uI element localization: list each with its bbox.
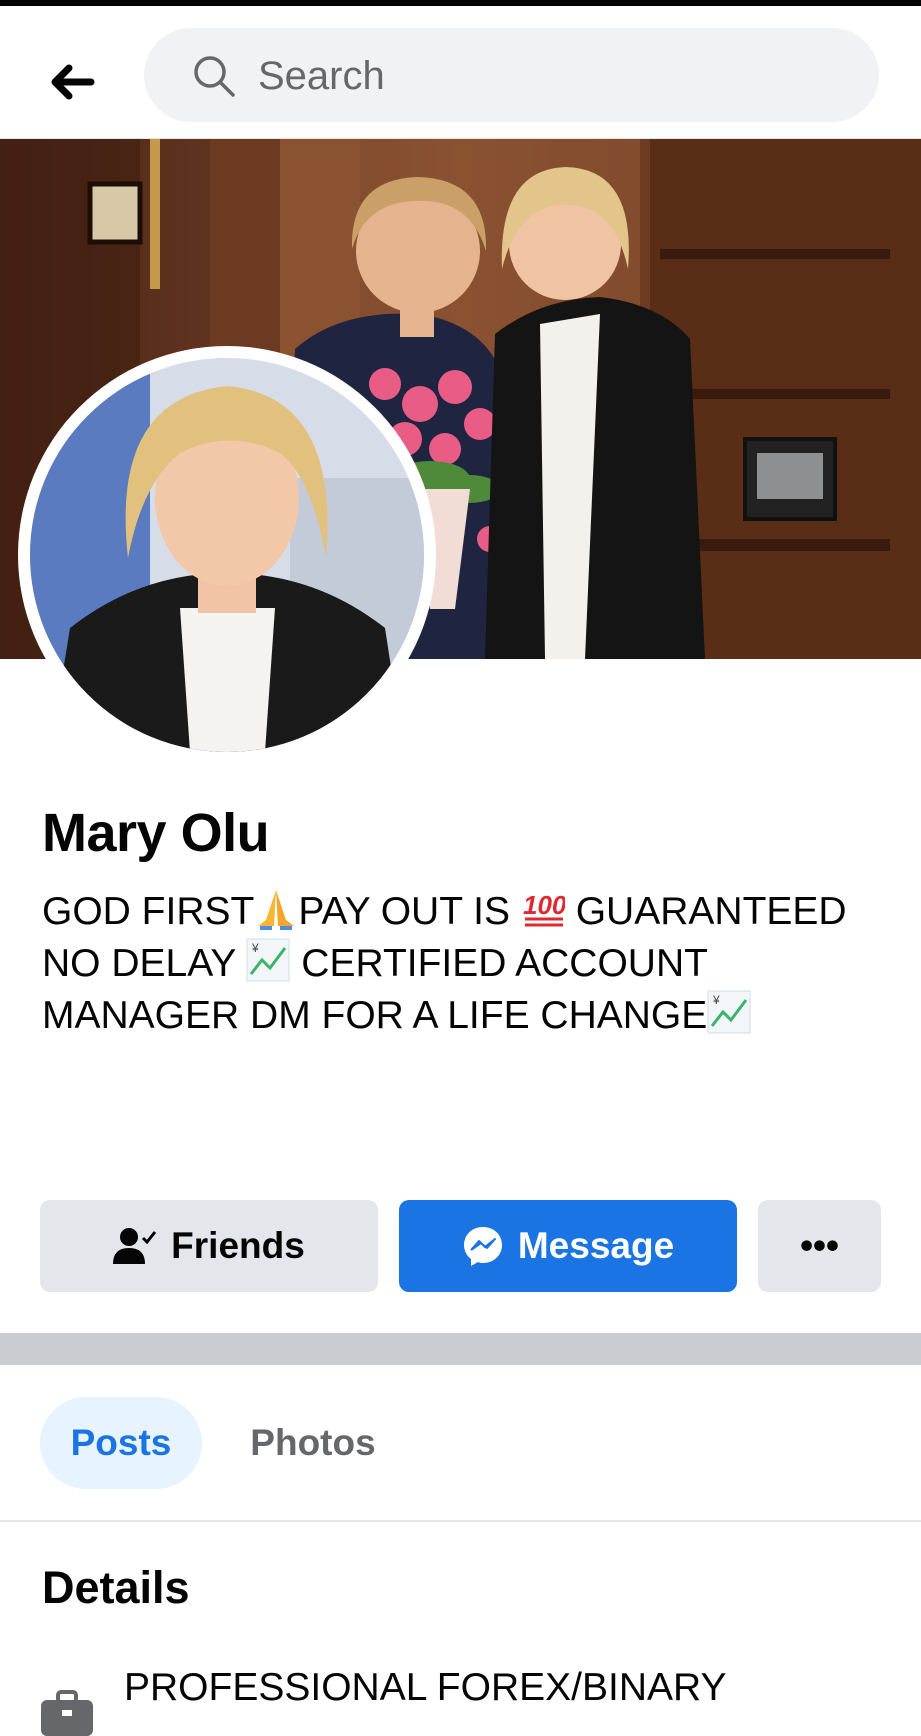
- chart-increasing-yen-icon: ¥: [707, 990, 751, 1034]
- more-options-icon: •••: [800, 1225, 839, 1266]
- arrow-left-icon: [51, 64, 95, 100]
- search-bar[interactable]: [144, 28, 879, 122]
- detail-item-text: PROFESSIONAL FOREX/BINARY: [124, 1666, 727, 1709]
- friend-check-icon: [113, 1226, 157, 1266]
- friends-button-label: Friends: [171, 1225, 305, 1266]
- top-header: [0, 6, 921, 139]
- search-input[interactable]: [256, 46, 820, 106]
- hundred-points-icon: 100: [523, 890, 565, 927]
- folded-hands-icon: [258, 890, 295, 930]
- bio-text-1: GOD FIRST: [42, 890, 255, 933]
- chart-increasing-yen-icon: ¥: [246, 938, 290, 982]
- section-divider: [0, 1333, 921, 1365]
- tab-posts[interactable]: Posts: [40, 1397, 202, 1489]
- briefcase-icon: [41, 1690, 93, 1736]
- messenger-icon: [462, 1225, 504, 1267]
- tab-photos[interactable]: Photos: [218, 1397, 408, 1489]
- message-button[interactable]: Message: [399, 1200, 737, 1292]
- details-heading: Details: [42, 1562, 190, 1613]
- profile-tabs: Posts Photos: [0, 1365, 921, 1522]
- more-options-button[interactable]: •••: [758, 1200, 881, 1292]
- message-button-label: Message: [517, 1225, 675, 1266]
- back-button[interactable]: [40, 50, 104, 114]
- avatar[interactable]: [30, 358, 424, 752]
- search-icon: [194, 56, 235, 97]
- avatar-image: [30, 358, 424, 752]
- bio-text-2: PAY OUT IS: [298, 890, 521, 933]
- profile-bio: GOD FIRST PAY OUT IS 100 GUARANTEED NO DE…: [42, 886, 882, 1042]
- svg-text:¥: ¥: [712, 993, 720, 1007]
- svg-text:100: 100: [523, 890, 565, 920]
- friends-button[interactable]: Friends: [40, 1200, 378, 1292]
- detail-item-work: PROFESSIONAL FOREX/BINARY: [40, 1660, 900, 1736]
- profile-name: Mary Olu: [42, 803, 270, 863]
- svg-text:¥: ¥: [251, 941, 259, 955]
- profile-actions: Friends Message •••: [40, 1200, 881, 1292]
